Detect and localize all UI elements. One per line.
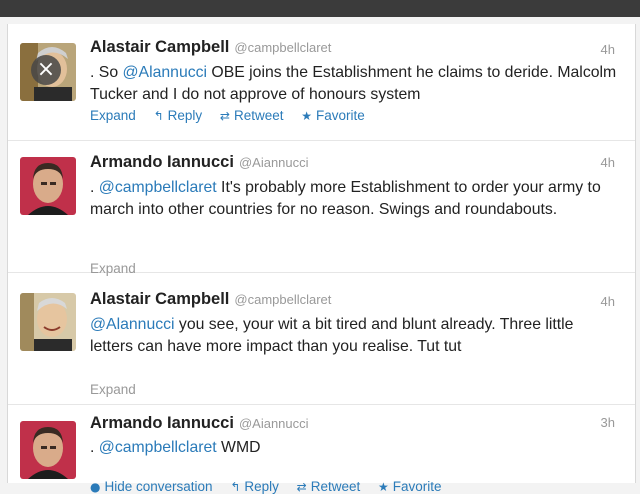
timestamp[interactable]: 4h [601,155,615,170]
expand-button[interactable]: Expand [90,382,136,397]
reply-icon: ↰ [230,480,241,494]
tweet-header: Armando Iannucci @Aiannucci [90,414,309,433]
tweet-header: Alastair Campbell @campbellclaret [90,290,331,309]
avatar[interactable] [20,293,76,351]
conversation-icon: ● [90,480,101,494]
retweet-icon: ⇄ [219,109,230,123]
hide-conversation-button[interactable]: ● Hide conversation [90,479,213,494]
tweet[interactable]: Armando Iannucci @Aiannucci 3h . @campbel… [8,404,635,494]
tweet-text-pre: . [90,439,99,456]
retweet-label: Retweet [310,479,361,494]
retweet-label: Retweet [233,108,284,123]
user-name[interactable]: Alastair Campbell [90,38,229,56]
tweet-text: . @campbellclaret It's probably more Est… [90,177,620,221]
avatar[interactable] [20,421,76,479]
user-name[interactable]: Armando Iannucci [90,414,234,432]
reply-button[interactable]: ↰ Reply [154,108,203,123]
user-name[interactable]: Alastair Campbell [90,290,229,308]
mention-link[interactable]: @Alannucci [123,64,208,81]
avatar[interactable]: × [20,43,76,101]
hide-conversation-label: Hide conversation [104,479,213,494]
reply-label: Reply [244,479,279,494]
retweet-button[interactable]: ⇄ Retweet [220,108,284,123]
reply-icon: ↰ [153,109,164,123]
tweet-actions: Expand [90,382,150,397]
retweet-button[interactable]: ⇄ Retweet [297,479,361,494]
star-icon: ★ [378,480,389,494]
timestamp[interactable]: 4h [601,42,615,57]
user-name[interactable]: Armando Iannucci [90,153,234,171]
expand-button[interactable]: Expand [90,108,136,123]
tweet-text: @Alannucci you see, your wit a bit tired… [90,314,620,358]
tweet-header: Alastair Campbell @campbellclaret [90,38,331,57]
top-bar [0,0,640,17]
tweet-text-post: WMD [216,439,261,456]
timestamp[interactable]: 3h [601,415,615,430]
tweet-text: . @campbellclaret WMD [90,437,620,459]
tweet-text: . So @Alannucci OBE joins the Establishm… [90,62,620,106]
avatar[interactable] [20,157,76,215]
user-handle[interactable]: @campbellclaret [234,40,331,55]
tweet[interactable]: Alastair Campbell @campbellclaret 4h @Ala… [8,272,635,405]
mention-link[interactable]: @campbellclaret [99,179,217,196]
close-icon[interactable]: × [31,55,61,85]
reply-label: Reply [167,108,203,123]
user-handle[interactable]: @Aiannucci [239,416,309,431]
favorite-label: Favorite [392,479,442,494]
tweet[interactable]: Armando Iannucci @Aiannucci 4h . @campbel… [8,140,635,276]
tweet[interactable]: × Alastair Campbell @campbellclaret 4h . … [8,24,635,141]
tweet-actions: ● Hide conversation ↰ Reply ⇄ Retweet ★ Favo… [90,479,456,494]
favorite-label: Favorite [316,108,365,123]
tweet-header: Armando Iannucci @Aiannucci [90,153,309,172]
user-handle[interactable]: @campbellclaret [234,292,331,307]
mention-link[interactable]: @campbellclaret [99,439,217,456]
timestamp[interactable]: 4h [601,294,615,309]
mention-link[interactable]: @Alannucci [90,316,175,333]
timeline: × Alastair Campbell @campbellclaret 4h . … [7,24,636,494]
user-handle[interactable]: @Aiannucci [239,155,309,170]
retweet-icon: ⇄ [296,480,307,494]
favorite-button[interactable]: ★ Favorite [378,479,442,494]
star-icon: ★ [301,109,313,123]
tweet-text-pre: . So [90,64,123,81]
favorite-button[interactable]: ★ Favorite [301,108,365,123]
tweet-text-pre: . [90,179,99,196]
reply-button[interactable]: ↰ Reply [230,479,279,494]
tweet-actions: Expand ↰ Reply ⇄ Retweet ★ Favorite [90,108,379,123]
